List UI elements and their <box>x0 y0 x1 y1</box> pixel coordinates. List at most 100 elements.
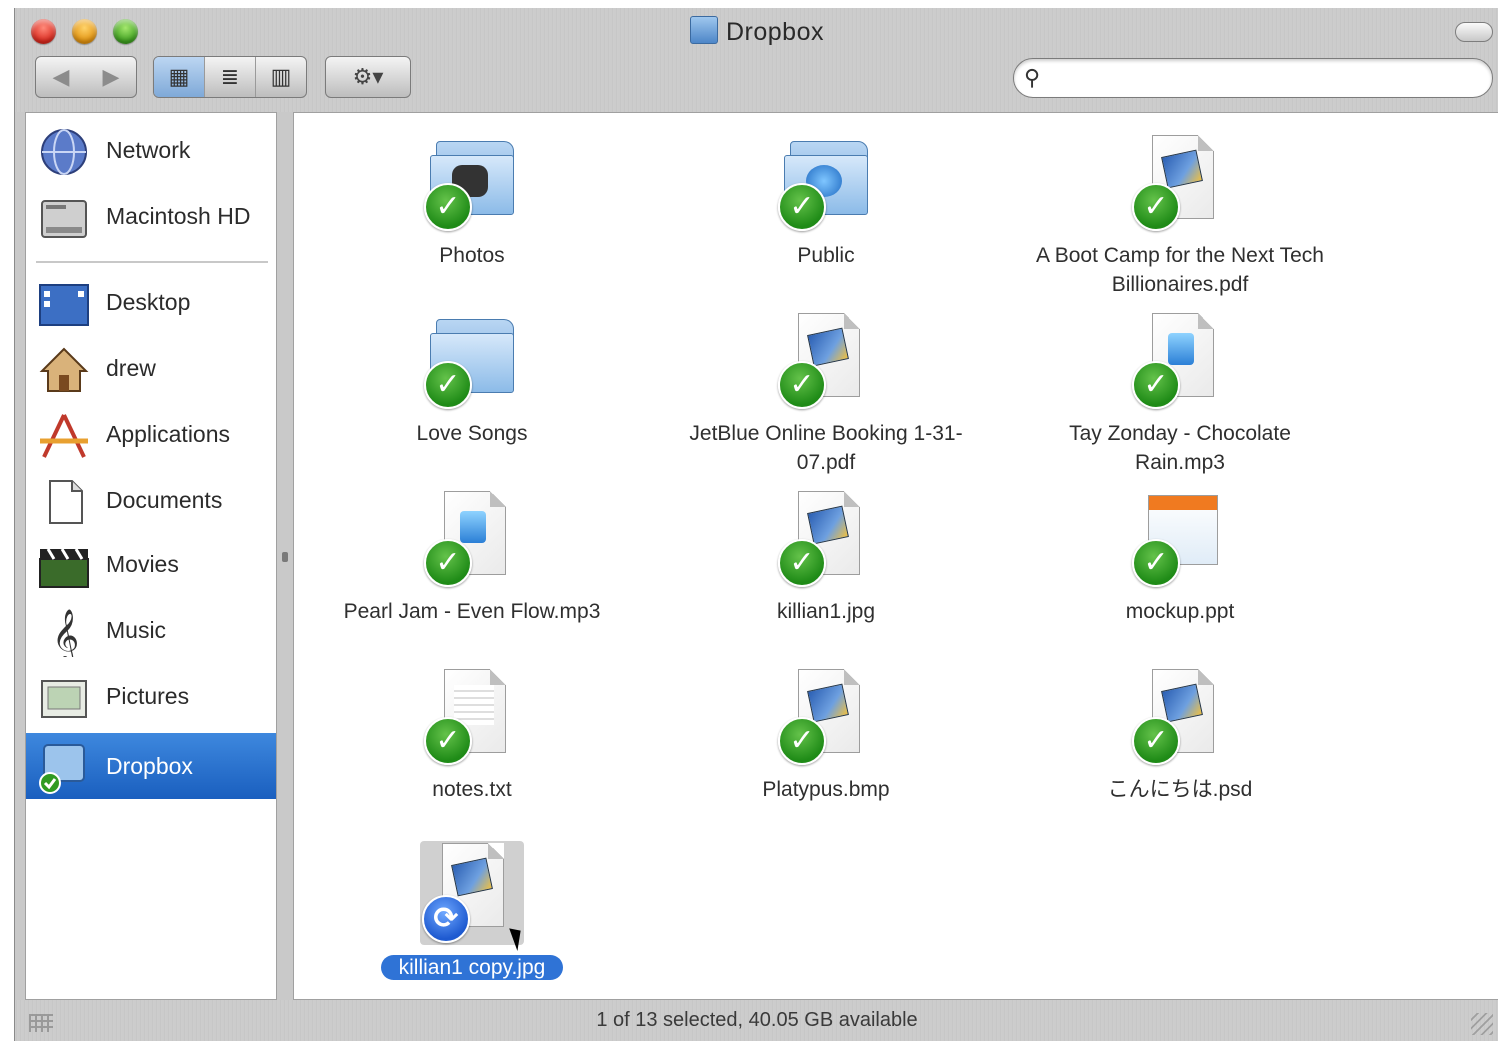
sidebar-item-network[interactable]: Network <box>26 121 276 181</box>
file-item[interactable]: ✓ mockup.ppt <box>1010 489 1350 626</box>
status-bar: 1 of 13 selected, 40.05 GB available <box>15 1000 1498 1041</box>
sync-complete-check-icon: ✓ <box>778 183 826 231</box>
sidebar-item-label: Dropbox <box>106 753 193 779</box>
sidebar-item-macintosh-hd[interactable]: Macintosh HD <box>26 187 276 247</box>
file-name: こんにちは.psd <box>1107 778 1253 801</box>
column-view-icon[interactable]: ▥ <box>256 57 306 97</box>
sidebar-item-label: Macintosh HD <box>106 203 251 229</box>
file-name: Love Songs <box>416 422 528 445</box>
powerpoint-document-icon: ✓ <box>1130 489 1230 589</box>
text-document-icon: ✓ <box>422 667 522 767</box>
sidebar-item-label: Documents <box>106 487 223 513</box>
toolbar-toggle-button[interactable] <box>1455 22 1493 42</box>
file-name: killian1 copy.jpg <box>302 953 642 982</box>
sidebar-item-label: drew <box>106 355 156 381</box>
pdf-document-icon: ✓ <box>1130 133 1230 233</box>
file-item[interactable]: ✓ notes.txt <box>302 667 642 804</box>
sidebar-item-label: Music <box>106 617 167 643</box>
sync-complete-check-icon: ✓ <box>424 539 472 587</box>
action-menu-button[interactable]: ⚙▾ <box>325 56 411 98</box>
file-name: notes.txt <box>432 778 512 801</box>
syncing-arrows-icon: ⟳ <box>422 895 470 943</box>
sidebar: Network Macintosh HD Desktop drew Applic… <box>25 112 277 1000</box>
folder-icon: ✓ <box>422 311 522 411</box>
home-icon <box>38 345 90 395</box>
view-mode-selector: ▦ ≣ ▥ <box>153 56 307 98</box>
back-forward-buttons: ◀ ▶ <box>35 56 137 98</box>
file-item[interactable]: ✓ A Boot Camp for the Next Tech Billiona… <box>1010 133 1350 299</box>
sync-complete-check-icon: ✓ <box>778 361 826 409</box>
file-name: mockup.ppt <box>1125 600 1235 623</box>
sidebar-item-desktop[interactable]: Desktop <box>26 273 276 333</box>
file-name: Public <box>797 244 855 267</box>
window-title: Dropbox <box>15 16 1498 47</box>
sidebar-item-dropbox[interactable]: Dropbox <box>26 733 276 799</box>
search-input[interactable] <box>1058 63 1482 93</box>
sidebar-item-drew[interactable]: drew <box>26 339 276 399</box>
sync-complete-check-icon: ✓ <box>1132 361 1180 409</box>
sidebar-divider <box>36 261 268 263</box>
file-item[interactable]: ✓ Pearl Jam - Even Flow.mp3 <box>302 489 642 626</box>
list-view-icon[interactable]: ≣ <box>205 57 256 97</box>
file-name: Pearl Jam - Even Flow.mp3 <box>343 600 601 623</box>
dropbox-folder-icon <box>690 16 718 44</box>
file-item[interactable]: ✓ Platypus.bmp <box>656 667 996 804</box>
sidebar-splitter[interactable] <box>279 112 293 1000</box>
sidebar-item-music[interactable]: 𝄞 Music <box>26 601 276 664</box>
file-item[interactable]: ✓ Tay Zonday - Chocolate Rain.mp3 <box>1010 311 1350 477</box>
file-name: Photos <box>439 244 505 267</box>
sidebar-item-label: Applications <box>106 421 231 447</box>
file-name: JetBlue Online Booking 1-31-07.pdf <box>689 422 963 474</box>
hard-drive-icon <box>38 193 90 243</box>
file-item-selected[interactable]: ⟳ killian1 copy.jpg <box>302 841 642 982</box>
dropbox-folder-icon <box>38 739 90 794</box>
jpeg-image-icon: ⟳ <box>420 841 524 945</box>
search-icon: ⚲ <box>1024 65 1041 90</box>
finder-window: Dropbox ◀ ▶ ▦ ≣ ▥ ⚙▾ ⚲ Network Macintosh… <box>14 8 1498 1041</box>
sidebar-item-pictures[interactable]: Pictures <box>26 667 276 727</box>
pdf-document-icon: ✓ <box>776 311 876 411</box>
music-treble-clef-icon: 𝄞 <box>38 607 90 664</box>
sync-complete-check-icon: ✓ <box>778 539 826 587</box>
forward-arrow-icon[interactable]: ▶ <box>103 64 120 90</box>
documents-icon <box>38 477 90 527</box>
file-item[interactable]: ✓ killian1.jpg <box>656 489 996 626</box>
network-globe-icon <box>38 127 90 177</box>
file-name: Tay Zonday - Chocolate Rain.mp3 <box>1069 422 1291 474</box>
file-item[interactable]: ✓ JetBlue Online Booking 1-31-07.pdf <box>656 311 996 477</box>
sidebar-item-documents[interactable]: Documents <box>26 471 276 531</box>
sync-complete-check-icon: ✓ <box>1132 183 1180 231</box>
sidebar-item-label: Network <box>106 137 191 163</box>
file-item[interactable]: ✓ こんにちは.psd <box>1010 667 1350 804</box>
sidebar-item-movies[interactable]: Movies <box>26 535 276 595</box>
folder-icon: ✓ <box>776 133 876 233</box>
jpeg-image-icon: ✓ <box>776 489 876 589</box>
search-field: ⚲ <box>1013 58 1493 98</box>
window-title-text: Dropbox <box>726 18 824 46</box>
sidebar-item-label: Desktop <box>106 289 191 315</box>
pictures-icon <box>38 673 90 723</box>
file-name: Platypus.bmp <box>762 778 890 801</box>
icon-view-icon[interactable]: ▦ <box>154 57 205 97</box>
file-item[interactable]: ✓ Photos <box>302 133 642 270</box>
sync-complete-check-icon: ✓ <box>424 717 472 765</box>
file-item[interactable]: ✓ Love Songs <box>302 311 642 448</box>
svg-text:𝄞: 𝄞 <box>52 608 79 657</box>
toolbar: Dropbox ◀ ▶ ▦ ≣ ▥ ⚙▾ ⚲ <box>15 8 1498 112</box>
sync-complete-check-icon: ✓ <box>424 183 472 231</box>
file-item[interactable]: ✓ Public <box>656 133 996 270</box>
sync-complete-check-icon: ✓ <box>778 717 826 765</box>
applications-icon <box>38 411 90 461</box>
file-name: A Boot Camp for the Next Tech Billionair… <box>1036 244 1324 296</box>
resize-grip-icon[interactable] <box>1471 1013 1493 1035</box>
back-arrow-icon[interactable]: ◀ <box>53 64 70 90</box>
bmp-image-icon: ✓ <box>776 667 876 767</box>
movies-clapper-icon <box>38 541 90 591</box>
sync-complete-check-icon: ✓ <box>1132 717 1180 765</box>
sync-complete-check-icon: ✓ <box>424 361 472 409</box>
sidebar-item-applications[interactable]: Applications <box>26 405 276 465</box>
file-name: killian1.jpg <box>776 600 876 623</box>
file-name-text: killian1 copy.jpg <box>380 955 564 980</box>
gear-icon: ⚙▾ <box>352 64 384 89</box>
folder-icon: ✓ <box>422 133 522 233</box>
